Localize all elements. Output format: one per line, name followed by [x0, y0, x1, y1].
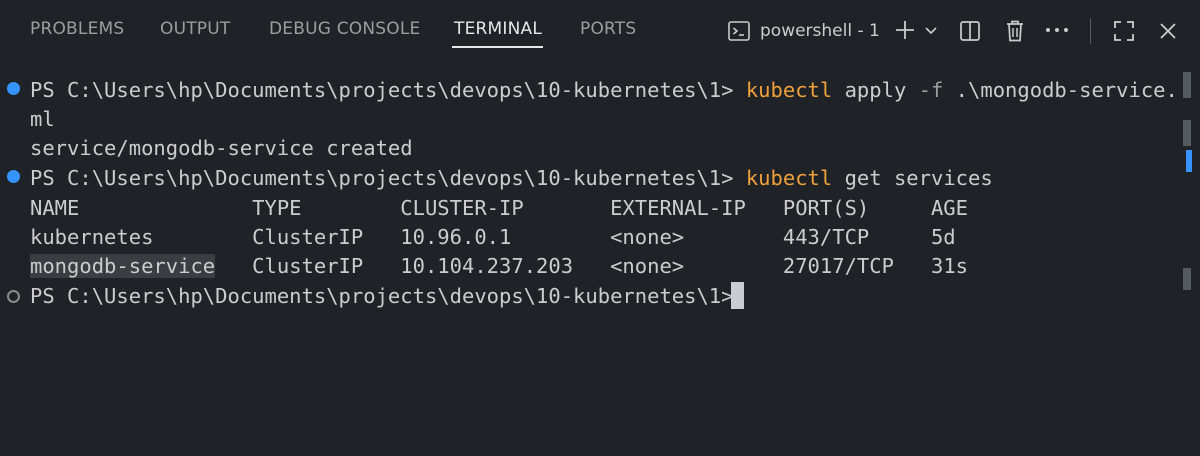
command-args: .\mongodb-service.ya: [943, 78, 1200, 102]
scrollbar-mark: [1183, 268, 1191, 290]
command-pending-decoration[interactable]: [7, 290, 20, 303]
scrollbar-mark: [1183, 120, 1191, 146]
panel-header: PROBLEMS OUTPUT DEBUG CONSOLE TERMINAL P…: [0, 0, 1200, 62]
close-icon[interactable]: [1157, 20, 1179, 42]
table-header: NAME TYPE CLUSTER-IP EXTERNAL-IP PORT(S)…: [30, 196, 968, 220]
prompt: PS C:\Users\hp\Documents\projects\devops…: [30, 166, 746, 190]
tab-debug-console[interactable]: DEBUG CONSOLE: [269, 19, 420, 39]
selected-text: mongodb-service: [30, 254, 216, 278]
tab-output[interactable]: OUTPUT: [160, 19, 231, 39]
terminal-line-output: service/mongodb-service created: [30, 136, 413, 160]
tab-problems[interactable]: PROBLEMS: [30, 19, 124, 39]
terminal-instance-label[interactable]: powershell - 1: [760, 21, 880, 41]
table-row: mongodb-service ClusterIP 10.104.237.203…: [30, 252, 968, 281]
tab-ports[interactable]: PORTS: [580, 19, 636, 39]
actions-divider: [1090, 18, 1091, 44]
terminal-cursor: [731, 282, 744, 309]
terminal-output[interactable]: PS C:\Users\hp\Documents\projects\devops…: [0, 62, 1200, 456]
terminal-line-wrap: ml: [30, 107, 55, 131]
active-tab-indicator: [452, 46, 543, 48]
ellipsis-icon[interactable]: [1044, 20, 1070, 40]
command-name: kubectl: [745, 78, 833, 102]
command-args: get services: [832, 166, 993, 190]
terminal-line-prompt: PS C:\Users\hp\Documents\projects\devops…: [30, 282, 746, 311]
maximize-icon[interactable]: [1112, 19, 1136, 43]
prompt: PS C:\Users\hp\Documents\projects\devops…: [30, 284, 746, 308]
table-row: kubernetes ClusterIP 10.96.0.1 <none> 44…: [30, 225, 956, 249]
scrollbar-mark: [1186, 150, 1192, 172]
terminal-line-apply: PS C:\Users\hp\Documents\projects\devops…: [30, 76, 1200, 105]
plus-icon[interactable]: [893, 18, 917, 42]
chevron-down-icon[interactable]: [923, 22, 939, 38]
terminal-line-get: PS C:\Users\hp\Documents\projects\devops…: [30, 164, 993, 193]
split-icon[interactable]: [958, 19, 982, 43]
table-row-rest: ClusterIP 10.104.237.203 <none> 27017/TC…: [215, 254, 969, 278]
command-name: kubectl: [745, 166, 833, 190]
scrollbar-mark: [1183, 72, 1191, 98]
terminal-icon[interactable]: [726, 18, 752, 44]
trash-icon[interactable]: [1003, 18, 1027, 44]
command-args: apply: [832, 78, 919, 102]
command-flag: -f: [918, 78, 944, 102]
command-success-decoration[interactable]: [7, 82, 20, 95]
command-success-decoration[interactable]: [7, 170, 20, 183]
prompt: PS C:\Users\hp\Documents\projects\devops…: [30, 78, 746, 102]
tab-terminal[interactable]: TERMINAL: [454, 19, 542, 39]
